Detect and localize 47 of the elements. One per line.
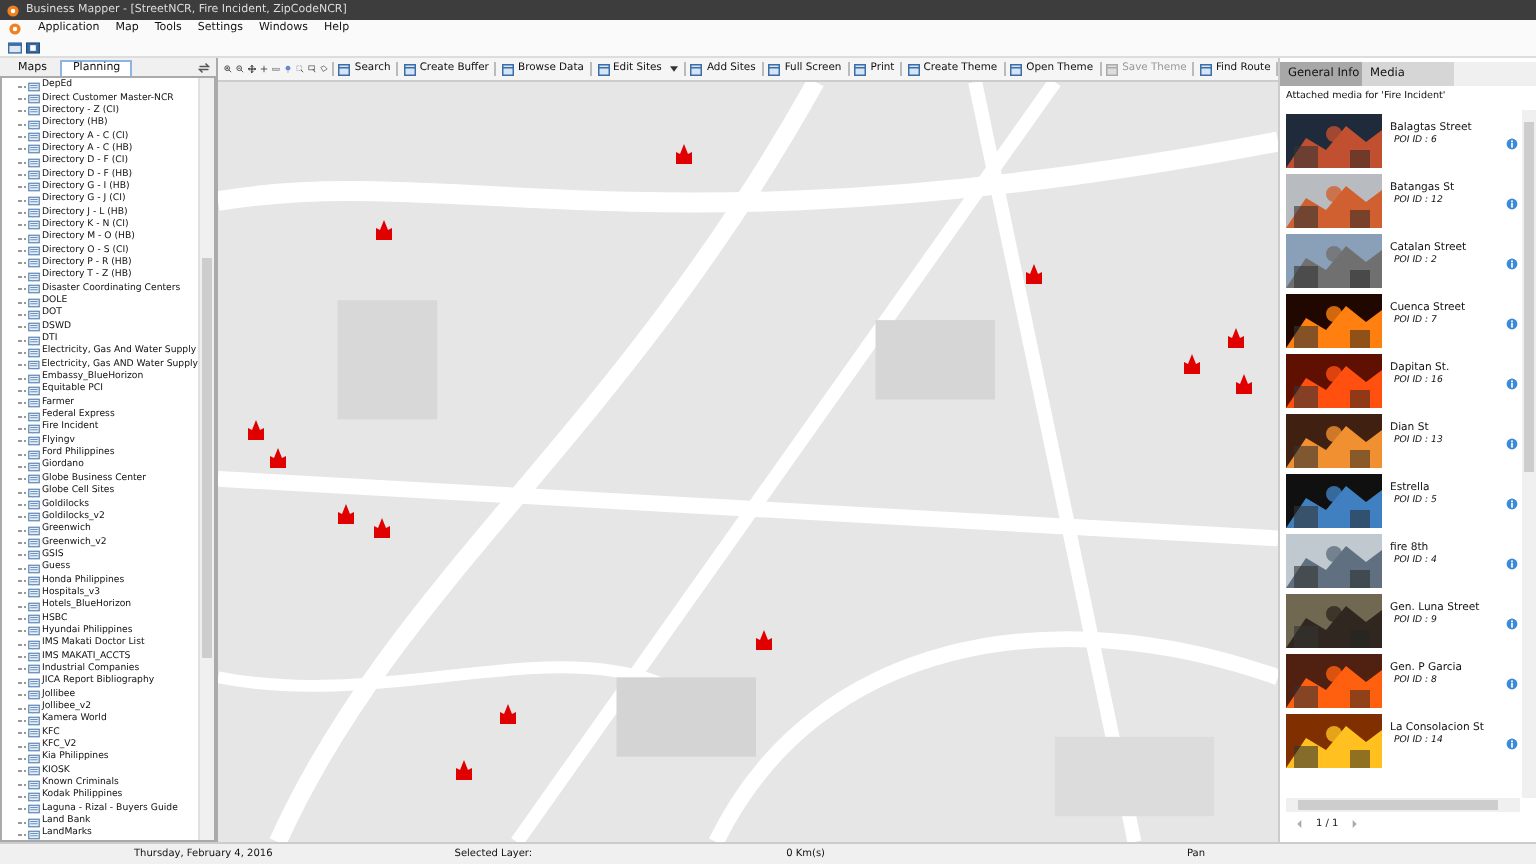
fire-marker-icon[interactable] <box>498 704 518 724</box>
window-icon <box>768 63 781 75</box>
info-icon[interactable] <box>1506 378 1518 390</box>
zoom-in-icon[interactable] <box>224 62 232 76</box>
scrollbar[interactable] <box>198 78 214 840</box>
fire-marker-icon[interactable] <box>1024 264 1044 284</box>
info-icon[interactable] <box>1506 258 1518 270</box>
info-icon[interactable] <box>1506 558 1518 570</box>
info-icon[interactable] <box>1506 438 1518 450</box>
window-icon[interactable] <box>26 41 40 53</box>
ruler-icon[interactable] <box>271 62 280 76</box>
move-icon[interactable] <box>259 62 268 76</box>
window-icon <box>1106 63 1119 75</box>
window-icon <box>690 63 703 75</box>
fire-marker-icon[interactable] <box>268 448 288 468</box>
fire-marker-icon[interactable] <box>1182 354 1202 374</box>
window-icon <box>502 63 515 75</box>
info-icon[interactable] <box>1506 618 1518 630</box>
info-icon[interactable] <box>1506 138 1518 150</box>
fire-marker-icon[interactable] <box>1234 374 1254 394</box>
fire-marker-icon[interactable] <box>1226 328 1246 348</box>
swap-icon[interactable] <box>198 61 210 73</box>
window-icon <box>597 63 610 75</box>
window-icon <box>1199 63 1212 75</box>
info-icon[interactable] <box>1506 498 1518 510</box>
info-icon[interactable] <box>1506 318 1518 330</box>
info-icon[interactable] <box>1506 738 1518 750</box>
pan-icon[interactable] <box>247 62 256 76</box>
zoom-out-icon[interactable] <box>235 62 244 76</box>
scrollbar[interactable] <box>1286 798 1520 812</box>
fire-marker-icon[interactable] <box>374 220 394 240</box>
fire-marker-icon[interactable] <box>372 518 392 538</box>
fire-marker-icon[interactable] <box>336 504 356 524</box>
fire-marker-icon[interactable] <box>454 760 474 780</box>
window-icon <box>1010 63 1023 75</box>
window-icon[interactable] <box>8 41 22 53</box>
fire-marker-icon[interactable] <box>754 630 774 650</box>
info-icon[interactable] <box>1506 678 1518 690</box>
window-icon <box>854 63 867 75</box>
window-icon <box>403 63 416 75</box>
window-icon <box>338 63 351 75</box>
fire-marker-icon[interactable] <box>246 420 266 440</box>
window-icon <box>907 63 920 75</box>
polygon-select-icon[interactable] <box>319 62 328 76</box>
scrollbar[interactable] <box>1522 110 1536 798</box>
info-icon[interactable] <box>1506 198 1518 210</box>
fire-marker-icon[interactable] <box>674 144 694 164</box>
